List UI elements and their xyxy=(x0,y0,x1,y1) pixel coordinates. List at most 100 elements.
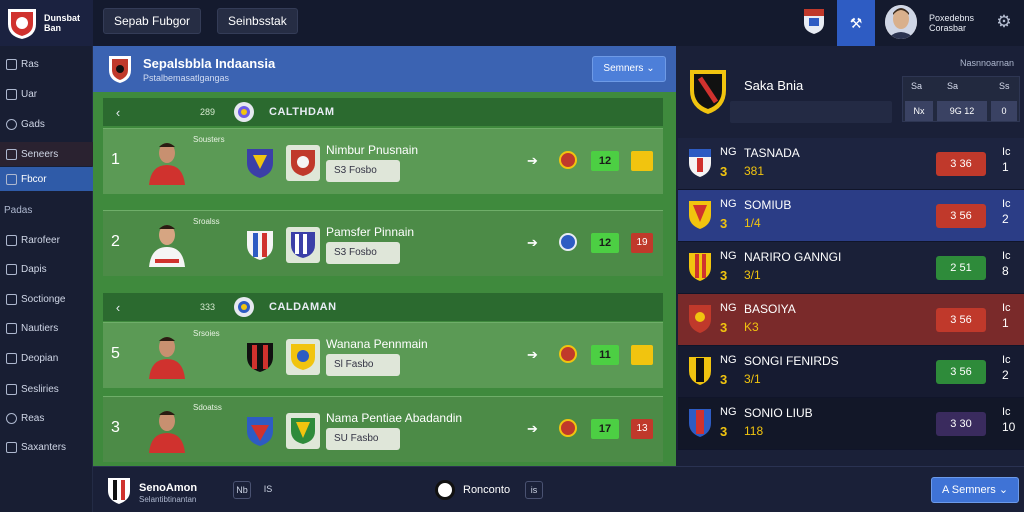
arrow-icon[interactable]: ➔ xyxy=(527,347,538,363)
odd-value[interactable]: 17 xyxy=(591,419,619,439)
team-crest-icon xyxy=(286,413,320,449)
row-icon-label: Ic xyxy=(1002,354,1011,366)
brand-line-2: Ban xyxy=(44,23,62,33)
standings-row[interactable]: NG 3 BASOIYA K3 3 56 Ic 1 xyxy=(678,294,1024,346)
standings-row[interactable]: NG 3 SONGI FENIRDS 3/1 3 56 Ic 2 xyxy=(678,346,1024,398)
sidebar-item-8[interactable]: Nautiers xyxy=(0,316,93,340)
match-row[interactable]: 2 Sroalss Pamsfer Pinnain S3 Fosbo ➔ 12 … xyxy=(103,210,663,276)
odd-secondary[interactable] xyxy=(631,151,653,171)
sidebar-item-label: Saxanters xyxy=(21,441,67,453)
odd-value[interactable]: 11 xyxy=(591,345,619,365)
match-info-pill[interactable]: Sl Fasbo xyxy=(326,354,400,376)
back-arrow-icon[interactable]: ‹ xyxy=(103,105,133,120)
nav-icon xyxy=(6,118,17,130)
sidebar-item-label: Deopian xyxy=(21,352,59,364)
standings-panel: Nasnnoarnan Saka Bnia Sa Sa Ss Nx 9G 12 … xyxy=(676,46,1024,466)
odd-secondary[interactable]: 13 xyxy=(631,419,653,439)
match-info-pill[interactable]: SU Fasbo xyxy=(326,428,400,450)
sidebar-item-5[interactable]: Rarofeer xyxy=(0,228,93,252)
odd-value[interactable]: 12 xyxy=(591,151,619,171)
filter-dropdown[interactable]: Semners ⌄ xyxy=(592,56,666,82)
arrow-icon[interactable]: ➔ xyxy=(527,153,538,169)
sidebar-item-11[interactable]: Reas xyxy=(0,406,93,430)
team-crest-icon xyxy=(286,227,320,263)
flag-icon[interactable] xyxy=(801,7,827,35)
nav-icon xyxy=(6,352,17,364)
standings-row[interactable]: NG 3 NARIRO GANNGI 3/1 2 51 Ic 8 xyxy=(678,242,1024,294)
stat-header: Ss xyxy=(999,81,1010,91)
match-row[interactable]: 3 Sdoatss Nama Pentiae Abadandin SU Fasb… xyxy=(103,396,663,462)
player-avatar xyxy=(149,337,185,379)
arrow-icon[interactable]: ➔ xyxy=(527,421,538,437)
sidebar-item-10[interactable]: Sesliries xyxy=(0,377,93,401)
ball-icon[interactable] xyxy=(435,480,455,500)
back-arrow-icon[interactable]: ‹ xyxy=(103,300,133,315)
nav-icon xyxy=(6,234,17,246)
sidebar-item-label: Ras xyxy=(21,58,39,70)
result-badge[interactable]: 2 51 xyxy=(936,256,986,280)
result-badge[interactable]: 3 56 xyxy=(936,360,986,384)
team-points: 3 xyxy=(720,164,728,179)
sidebar-item-2[interactable]: Gads xyxy=(0,112,93,136)
team-name: NARIRO GANNGI xyxy=(744,250,842,264)
sidebar-item-4[interactable]: Fbcor xyxy=(0,167,93,191)
sidebar-item-label: Seneers xyxy=(21,148,59,160)
top-button-1[interactable]: Sepab Fubgor xyxy=(103,8,202,34)
chevron-down-icon: ⌄ xyxy=(998,484,1009,496)
match-info-pill[interactable]: S3 Fosbo xyxy=(326,242,400,264)
panel-top-label: Nasnnoarnan xyxy=(960,58,1015,68)
sidebar-item-0[interactable]: Ras xyxy=(0,52,93,76)
team-crest-icon xyxy=(247,149,273,178)
team-position: NG xyxy=(720,302,737,314)
top-button-2[interactable]: Seinbsstak xyxy=(217,8,298,34)
result-badge[interactable]: 3 56 xyxy=(936,308,986,332)
odd-secondary[interactable] xyxy=(631,345,653,365)
tools-icon[interactable]: ⚒ xyxy=(837,0,875,46)
match-row[interactable]: 5 Srsoies Wanana Pennmain Sl Fasbo ➔ 11 xyxy=(103,322,663,388)
footer-action-label: A Semners xyxy=(941,484,996,496)
row-number: 10 xyxy=(1002,420,1016,434)
standings-row[interactable]: NG 3 SOMIUB 1/4 3 56 Ic 2 xyxy=(678,190,1024,242)
result-badge[interactable]: 3 36 xyxy=(936,152,986,176)
row-icon-label: Ic xyxy=(1002,198,1011,210)
standings-row[interactable]: NG 3 TASNADA 381 3 36 Ic 1 xyxy=(678,138,1024,190)
team-points: 3 xyxy=(720,268,728,283)
match-title: Wanana Pennmain xyxy=(326,337,428,351)
standings-row[interactable]: NG 3 SONIO LIUB 118 3 30 Ic 10 xyxy=(678,398,1024,450)
team-name: SOMIUB xyxy=(744,198,792,212)
footer-toggle-3[interactable]: is xyxy=(525,481,543,499)
sidebar-item-3[interactable]: Seneers xyxy=(0,142,93,166)
player-name: Sroalss xyxy=(193,217,220,226)
sidebar-item-7[interactable]: Soctionge xyxy=(0,287,93,311)
team-position: NG xyxy=(720,198,737,210)
footer-toggle-1[interactable]: Nb xyxy=(233,481,251,499)
team-position: NG xyxy=(720,146,737,158)
brand[interactable]: Dunsbat Ban xyxy=(0,0,93,46)
result-badge[interactable]: 3 56 xyxy=(936,204,986,228)
odd-secondary[interactable]: 19 xyxy=(631,233,653,253)
user-name-line-1: Poxedebns xyxy=(929,13,975,23)
match-row[interactable]: 1 Sousters Nimbur Pnusnain S3 Fosbo ➔ 12 xyxy=(103,128,663,194)
arrow-icon[interactable]: ➔ xyxy=(527,235,538,251)
footer-action-button[interactable]: A Semners ⌄ xyxy=(931,477,1019,503)
result-badge[interactable]: 3 30 xyxy=(936,412,986,436)
sidebar-item-6[interactable]: Dapis xyxy=(0,257,93,281)
group-number: 333 xyxy=(199,302,215,312)
team-crest-icon xyxy=(689,253,711,281)
footer-toggle-2[interactable]: IS xyxy=(259,481,277,499)
sidebar-item-9[interactable]: Deopian xyxy=(0,346,93,370)
sidebar-item-12[interactable]: Saxanters xyxy=(0,435,93,459)
nav-icon xyxy=(6,88,17,100)
team-info-strip xyxy=(730,101,892,123)
top-bar: Sepab Fubgor Seinbsstak ⚒ Poxedebns Cora… xyxy=(93,0,1024,46)
brand-line-1: Dunsbat xyxy=(44,13,80,23)
avatar[interactable] xyxy=(885,5,917,39)
sidebar-item-1[interactable]: Uar xyxy=(0,82,93,106)
team-name: BASOIYA xyxy=(744,302,796,316)
match-info-pill[interactable]: S3 Fosbo xyxy=(326,160,400,182)
player-avatar xyxy=(149,143,185,185)
gear-icon[interactable]: ⚙ xyxy=(993,12,1015,34)
nav-icon xyxy=(6,173,17,185)
odd-value[interactable]: 12 xyxy=(591,233,619,253)
player-name: Srsoies xyxy=(193,329,220,338)
